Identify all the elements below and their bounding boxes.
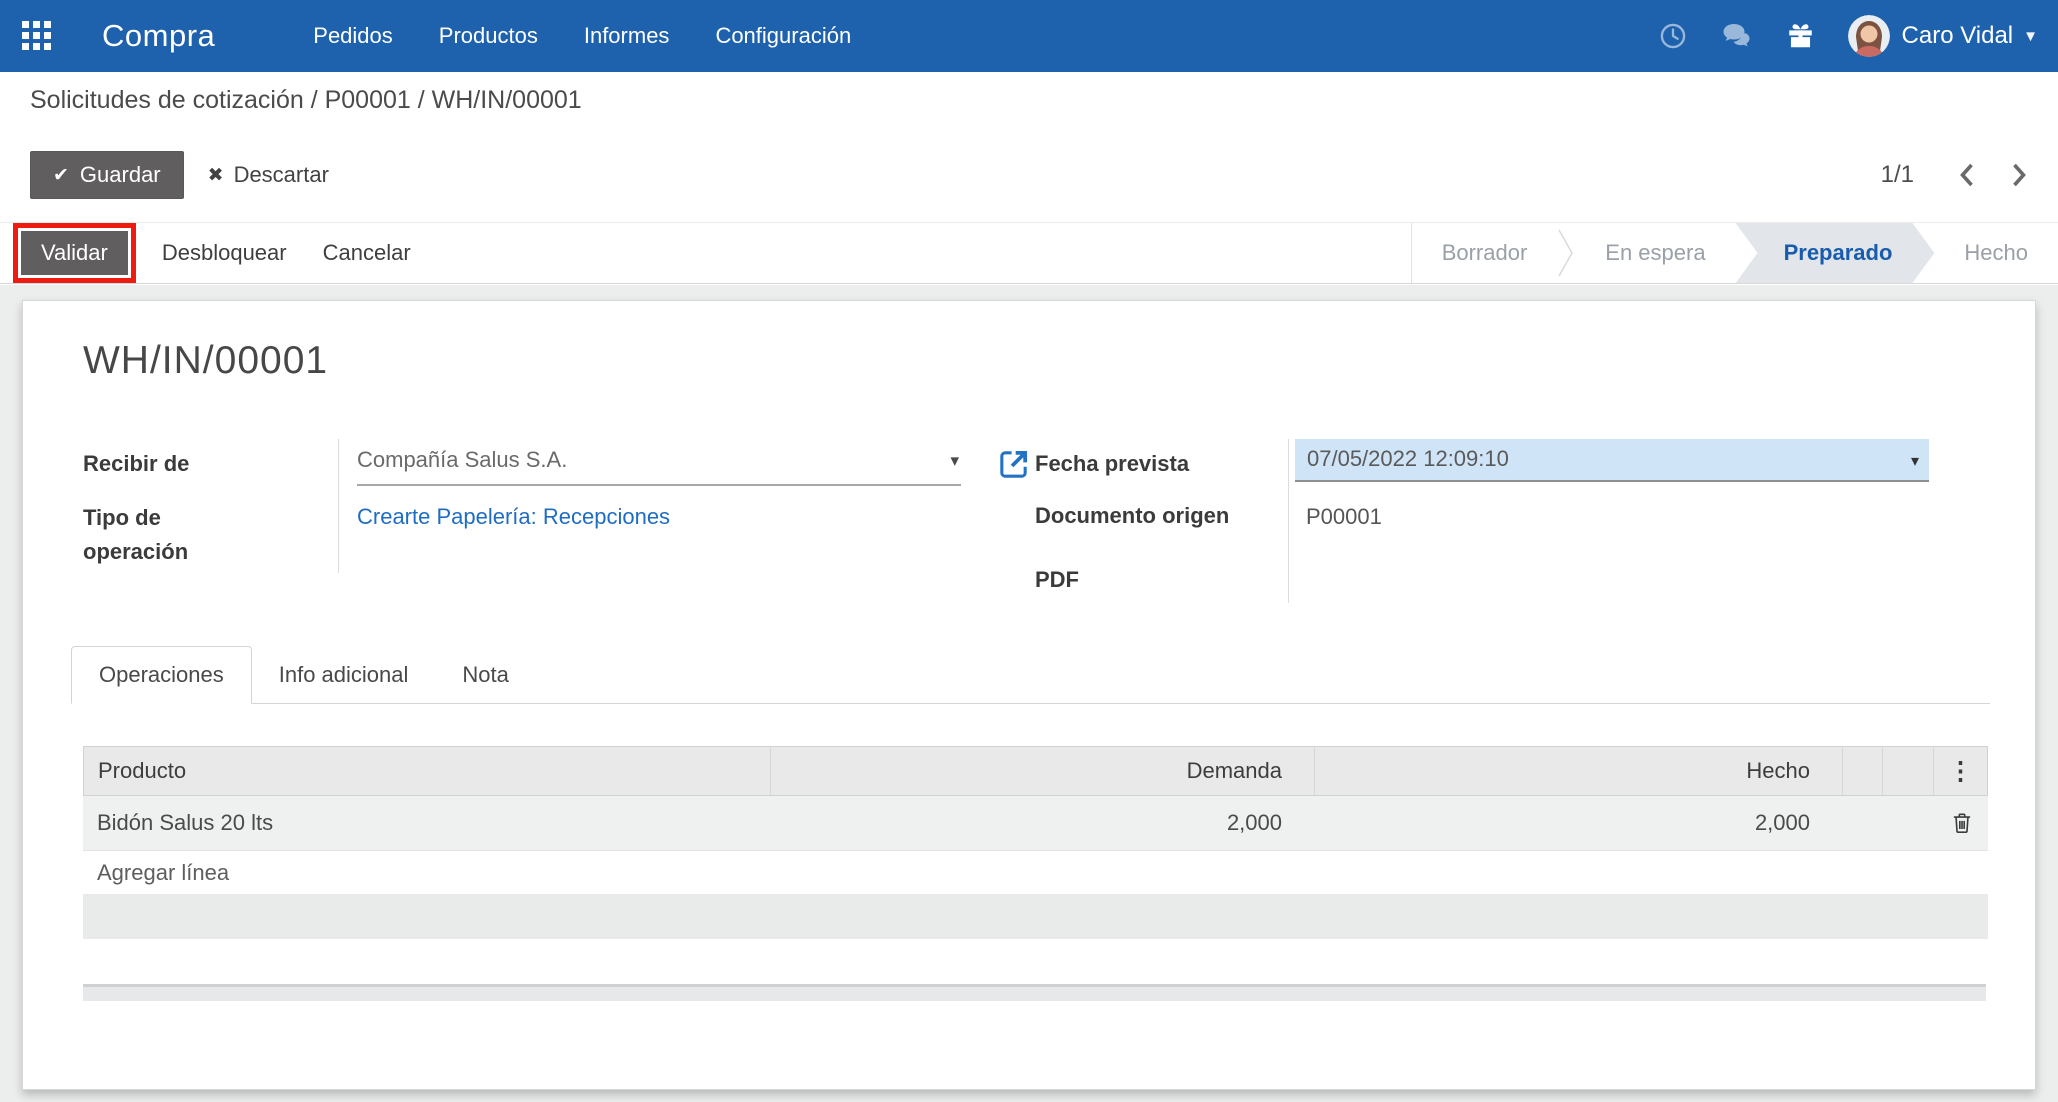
recibir-de-value: Compañía Salus S.A.	[357, 447, 568, 472]
messages-chat-icon[interactable]	[1721, 22, 1753, 50]
operations-table: Producto Demanda Hecho ⋮ Bidón Salus 20 …	[83, 746, 1988, 939]
dropdown-caret-icon[interactable]: ▾	[1911, 451, 1919, 471]
menu-productos[interactable]: Productos	[439, 23, 538, 49]
activities-clock-icon[interactable]	[1659, 22, 1687, 50]
gift-icon[interactable]	[1787, 22, 1814, 50]
status-steps: Borrador En espera Preparado Hecho	[1410, 223, 2058, 283]
user-name[interactable]: Caro Vidal	[1902, 22, 2014, 50]
cancel-button[interactable]: Cancelar	[323, 240, 411, 266]
label-recibir-de: Recibir de	[83, 451, 190, 476]
step-preparado[interactable]: Preparado	[1736, 223, 1935, 283]
breadcrumb[interactable]: Solicitudes de cotización / P00001 / WH/…	[30, 86, 582, 115]
cell-hecho[interactable]: 2,000	[1314, 796, 1842, 850]
documento-origen-value: P00001	[1306, 504, 1382, 529]
navbar-right: Caro Vidal ▼	[1659, 15, 2038, 57]
delete-row-trash-icon[interactable]	[1949, 810, 1975, 836]
content-area: WH/IN/00001 Recibir de Compañía Salus S.…	[0, 285, 2058, 1102]
label-fecha-prevista: Fecha prevista	[1035, 451, 1190, 476]
validate-button[interactable]: Validar	[21, 231, 128, 275]
column-hecho[interactable]: Hecho	[1315, 747, 1843, 795]
tab-operaciones[interactable]: Operaciones	[71, 646, 252, 704]
table-row[interactable]: Bidón Salus 20 lts 2,000 2,000	[83, 796, 1988, 851]
discard-label: Descartar	[233, 162, 329, 187]
cell-demanda[interactable]: 2,000	[770, 796, 1314, 850]
pager: 1/1	[1881, 161, 2028, 189]
recibir-de-field[interactable]: Compañía Salus S.A. ▾	[357, 447, 961, 486]
user-caret-down-icon[interactable]: ▼	[2023, 28, 2038, 45]
record-title: WH/IN/00001	[83, 339, 329, 382]
tab-nota[interactable]: Nota	[435, 647, 535, 703]
field-separator	[338, 439, 339, 573]
app-brand[interactable]: Compra	[102, 18, 215, 54]
optional-columns-icon[interactable]: ⋮	[1948, 758, 1973, 784]
label-pdf: PDF	[1035, 567, 1079, 592]
apps-grid-icon[interactable]	[22, 21, 52, 51]
tab-info-adicional[interactable]: Info adicional	[252, 647, 436, 703]
annotation-highlight-box: Validar	[13, 223, 136, 283]
avatar[interactable]	[1847, 15, 1890, 57]
top-navbar: Compra Pedidos Productos Informes Config…	[0, 0, 2058, 72]
menu-informes[interactable]: Informes	[584, 23, 670, 49]
menu-pedidos[interactable]: Pedidos	[313, 23, 393, 49]
field-separator	[1288, 439, 1289, 603]
step-en-espera[interactable]: En espera	[1575, 223, 1735, 283]
x-icon: ✖	[207, 164, 224, 186]
statusbar: Validar Desbloquear Cancelar Borrador En…	[0, 222, 2058, 284]
notebook-tabs: Operaciones Info adicional Nota	[71, 646, 1990, 704]
add-line-link[interactable]: Agregar línea	[83, 851, 1988, 894]
label-tipo-operacion: Tipo de operación	[83, 505, 189, 565]
empty-table-row	[83, 894, 1988, 939]
pager-count: 1/1	[1880, 161, 1914, 188]
step-borrador[interactable]: Borrador	[1412, 223, 1558, 283]
save-button[interactable]: ✔ Guardar	[30, 151, 184, 199]
tipo-operacion-link[interactable]: Crearte Papelería: Recepciones	[357, 504, 670, 530]
column-empty	[1883, 747, 1934, 795]
cell-producto[interactable]: Bidón Salus 20 lts	[83, 796, 770, 850]
check-icon: ✔	[53, 164, 69, 186]
label-documento-origen: Documento origen	[1035, 503, 1230, 528]
column-demanda[interactable]: Demanda	[771, 747, 1315, 795]
column-producto[interactable]: Producto	[84, 747, 771, 795]
step-hecho[interactable]: Hecho	[1934, 223, 2058, 283]
pager-next-icon[interactable]	[2011, 162, 2028, 188]
external-link-icon[interactable]	[996, 447, 1031, 487]
action-row: ✔ Guardar ✖ Descartar 1/1	[30, 150, 2028, 200]
chevron-separator-icon	[1557, 223, 1575, 283]
unlock-button[interactable]: Desbloquear	[162, 240, 287, 266]
pager-prev-icon[interactable]	[1958, 162, 1975, 188]
fecha-prevista-field[interactable]: 07/05/2022 12:09:10 ▾	[1295, 439, 1929, 482]
fecha-prevista-value: 07/05/2022 12:09:10	[1307, 446, 1509, 471]
discard-button[interactable]: ✖ Descartar	[208, 162, 329, 188]
horizontal-scroll-strip[interactable]	[83, 984, 1986, 1001]
form-sheet: WH/IN/00001 Recibir de Compañía Salus S.…	[22, 300, 2036, 1090]
menu-configuracion[interactable]: Configuración	[715, 23, 851, 49]
column-options: ⋮	[1934, 747, 1987, 795]
column-empty	[1843, 747, 1883, 795]
dropdown-caret-icon[interactable]: ▾	[950, 451, 959, 471]
main-menu: Pedidos Productos Informes Configuración	[313, 23, 851, 49]
save-label: Guardar	[79, 162, 161, 187]
table-header: Producto Demanda Hecho ⋮	[83, 746, 1988, 796]
